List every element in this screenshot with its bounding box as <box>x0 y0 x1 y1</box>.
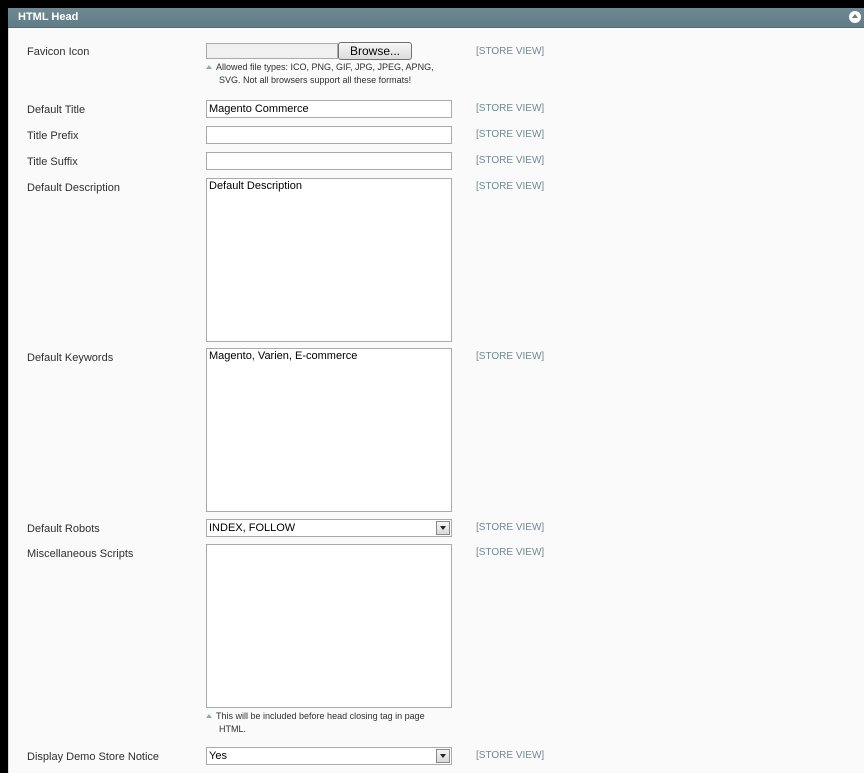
scope-label: [STORE VIEW] <box>476 46 545 57</box>
scope-label: [STORE VIEW] <box>476 129 545 140</box>
chevron-down-icon[interactable] <box>436 521 450 535</box>
collapse-up-icon[interactable] <box>849 11 861 23</box>
scope-label: [STORE VIEW] <box>476 155 545 166</box>
favicon-file-input[interactable] <box>206 43 338 59</box>
outer-frame-top <box>0 0 864 8</box>
misc-scripts-label: Miscellaneous Scripts <box>27 548 134 560</box>
demo-notice-label: Display Demo Store Notice <box>27 751 160 763</box>
demo-notice-value: Yes <box>209 750 227 762</box>
default-description-label: Default Description <box>27 182 120 194</box>
browse-button[interactable]: Browse... <box>338 42 412 60</box>
scope-label: [STORE VIEW] <box>476 750 545 761</box>
misc-scripts-textarea[interactable] <box>206 544 452 708</box>
scope-label: [STORE VIEW] <box>476 181 545 192</box>
default-keywords-textarea[interactable]: Magento, Varien, E-commerce <box>206 348 452 512</box>
scope-label: [STORE VIEW] <box>476 547 545 558</box>
scope-label: [STORE VIEW] <box>476 522 545 533</box>
title-prefix-input[interactable] <box>206 126 452 144</box>
outer-frame-left <box>0 0 8 773</box>
title-suffix-label: Title Suffix <box>27 156 78 168</box>
favicon-note: Allowed file types: ICO, PNG, GIF, JPG, … <box>206 61 456 87</box>
note-triangle-icon <box>206 714 212 718</box>
default-keywords-label: Default Keywords <box>27 352 114 364</box>
title-suffix-input[interactable] <box>206 152 452 170</box>
default-title-label: Default Title <box>27 104 86 116</box>
scope-label: [STORE VIEW] <box>476 351 545 362</box>
scope-label: [STORE VIEW] <box>476 103 545 114</box>
note-triangle-icon <box>206 65 212 69</box>
default-robots-select[interactable]: INDEX, FOLLOW <box>206 519 452 537</box>
demo-notice-select[interactable]: Yes <box>206 747 452 765</box>
misc-scripts-note: This will be included before head closin… <box>206 710 456 736</box>
default-title-input[interactable]: Magento Commerce <box>206 100 452 118</box>
section-title: HTML Head <box>18 11 79 23</box>
title-prefix-label: Title Prefix <box>27 130 79 142</box>
favicon-label: Favicon Icon <box>27 46 90 58</box>
default-robots-value: INDEX, FOLLOW <box>209 522 296 534</box>
default-robots-label: Default Robots <box>27 523 100 535</box>
fieldset-header[interactable]: HTML Head <box>8 8 864 28</box>
default-description-textarea[interactable]: Default Description <box>206 178 452 342</box>
chevron-down-icon[interactable] <box>436 749 450 763</box>
